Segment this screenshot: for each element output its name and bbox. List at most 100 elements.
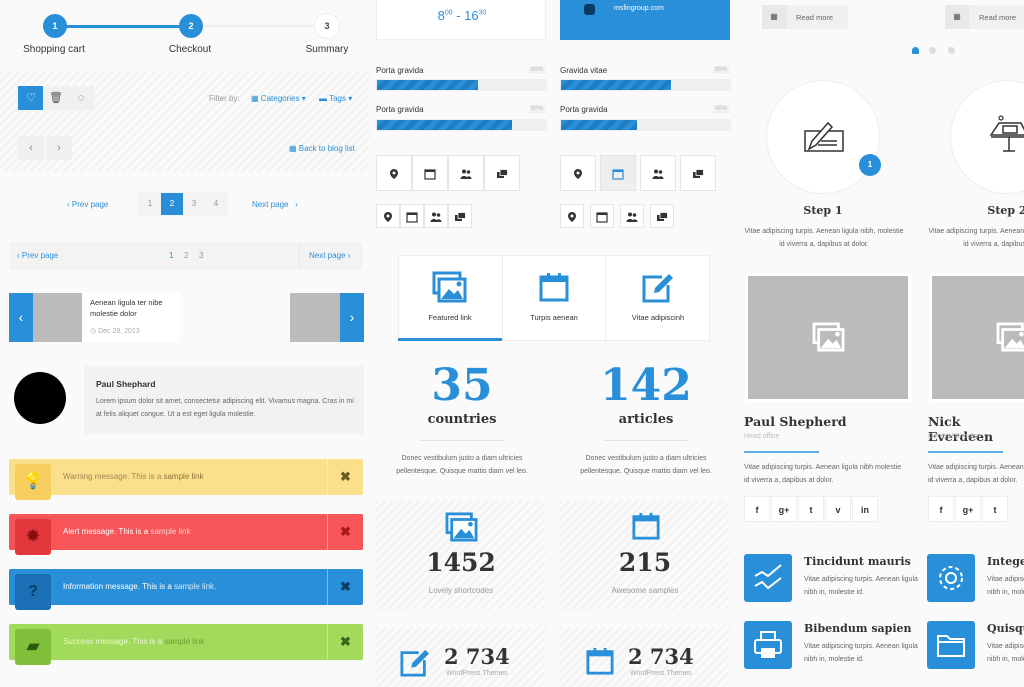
social-googleplus-button[interactable]: g+ [955,496,981,522]
calendar-button[interactable] [590,204,614,228]
divider [603,440,688,441]
page-2[interactable]: 2 [161,193,183,215]
page-3[interactable]: 3 [183,193,205,215]
chat-button[interactable] [650,204,674,228]
social-facebook-button[interactable]: f [744,496,770,522]
slider-next-button[interactable]: › [340,293,364,342]
chat-icon [485,168,519,180]
stat-box: 2 734 WordPress Themes [376,627,546,687]
calendar-button[interactable] [400,204,424,228]
map-marker-button[interactable] [376,204,400,228]
page-4[interactable]: 4 [205,193,227,215]
close-icon[interactable]: ✖ [327,459,363,495]
opening-hours: 800 - 1630 [437,8,487,23]
post-card[interactable]: Aenean ligula ter nibe molestie dolor ◷ … [82,293,180,342]
divider [744,451,819,453]
post-title: Aenean ligula ter nibe molestie dolor [90,298,163,318]
pagination2-page-1[interactable]: 1 [169,251,173,260]
tab-featured-link[interactable]: Featured link [398,255,502,341]
tab-turpis-aenean[interactable]: Turpis aenean [503,255,605,341]
image-placeholder-icon [812,322,845,352]
chat-button[interactable] [484,155,520,191]
trash-icon: 🗑 [49,92,63,104]
stat-box: 215 Awesome samples [560,500,730,610]
social-linkedin-button[interactable]: in [852,496,878,522]
step-2-dot[interactable]: 2 [179,14,203,38]
progress-fill [561,80,671,90]
close-icon[interactable]: ✖ [327,514,363,550]
chat-button[interactable] [680,155,716,191]
step-title: Step 2 [987,204,1024,217]
social-googleplus-button[interactable]: g+ [771,496,797,522]
step-3-dot[interactable]: 3 [315,14,339,38]
progress-percent: 80% [529,105,546,113]
edit-icon [400,649,430,677]
warning-alert: 💡 Warning message. This is a sample link… [9,459,363,500]
read-more-button[interactable]: ▦ Read more [762,5,848,29]
social-twitter-button[interactable]: t [798,496,824,522]
info-alert: ? Information message. This is a sample … [9,569,363,610]
map-marker-button[interactable] [560,204,584,228]
progress-label: Porta gravida [560,105,608,114]
grid-icon: ▦ [762,5,786,29]
map-marker-button[interactable] [560,155,596,191]
info-text: Information message. This is a sample li… [63,582,217,591]
clock-icon: ◷ [90,328,97,335]
social-facebook-button[interactable]: f [928,496,954,522]
pagination2-page-2[interactable]: 2 [184,251,188,260]
pagination2-next[interactable]: Next page › [309,251,350,260]
chat-button[interactable] [448,204,472,228]
question-icon: ? [15,574,51,610]
folder-icon: ▰ [15,629,51,665]
progress-percent: 45% [713,105,730,113]
calendar-button[interactable] [412,155,448,191]
progress-fill [561,120,638,130]
progress-fill [377,80,479,90]
prev-post-button[interactable]: ‹ [18,136,44,160]
users-button[interactable] [424,204,448,228]
back-to-blog-link[interactable]: ▦ Back to blog list [289,144,355,153]
users-button[interactable] [640,155,676,191]
alert-text: Alert message. This is a sample link [63,527,191,536]
feature-title: Quisque [987,622,1024,635]
close-icon[interactable]: ✖ [327,569,363,605]
next-post-button[interactable]: › [46,136,72,160]
heart-toggle[interactable]: ♡ [18,86,44,110]
pagination2-page-3[interactable]: 3 [199,251,203,260]
team-photo-placeholder [932,276,1024,399]
step-3-label: Summary [305,44,349,55]
trash-toggle[interactable]: 🗑 [43,86,69,110]
users-button[interactable] [448,155,484,191]
carousel-dot[interactable] [948,47,955,54]
sample-link[interactable]: sample link [163,472,203,481]
sample-link[interactable]: sample link [164,637,204,646]
sample-link[interactable]: sample link [150,527,190,536]
users-button[interactable] [620,204,644,228]
carousel-dot[interactable] [929,47,936,54]
error-alert: ✹ Alert message. This is a sample link ✖ [9,514,363,555]
contact-email[interactable]: msfingroup.com [614,5,664,12]
calendar-icon [586,647,614,675]
tags-dropdown[interactable]: ▬ Tags ▾ [319,94,352,103]
categories-dropdown[interactable]: ▦ Categories ▾ [251,94,306,103]
pagination-next[interactable]: Next page › [252,200,298,209]
counter-label: countries [427,412,497,427]
pagination-prev[interactable]: ‹ Prev page [67,200,108,209]
calendar-button[interactable] [600,155,636,191]
tab-vitae-adipiscinh[interactable]: Vitae adipiscinh [606,255,710,341]
carousel-dot-active[interactable] [912,47,919,54]
slider-prev-button[interactable]: ‹ [9,293,33,342]
pagination2-prev[interactable]: ‹ Prev page [17,251,58,260]
team-photo-frame [930,274,1024,402]
stat-box: 1452 Lovely shortcodes [376,500,546,610]
sample-link[interactable]: sample link. [174,582,216,591]
counter-desc: Donec vestibulum justo a diam ultricies … [580,455,712,475]
step-1-dot[interactable]: 1 [43,14,67,38]
map-marker-button[interactable] [376,155,412,191]
close-icon[interactable]: ✖ [327,624,363,660]
comment-toggle[interactable]: ◌ [68,86,94,110]
page-1[interactable]: 1 [139,193,161,215]
read-more-button[interactable]: ▦ Read more [945,5,1024,29]
social-twitter-button[interactable]: t [982,496,1008,522]
social-vimeo-button[interactable]: v [825,496,851,522]
